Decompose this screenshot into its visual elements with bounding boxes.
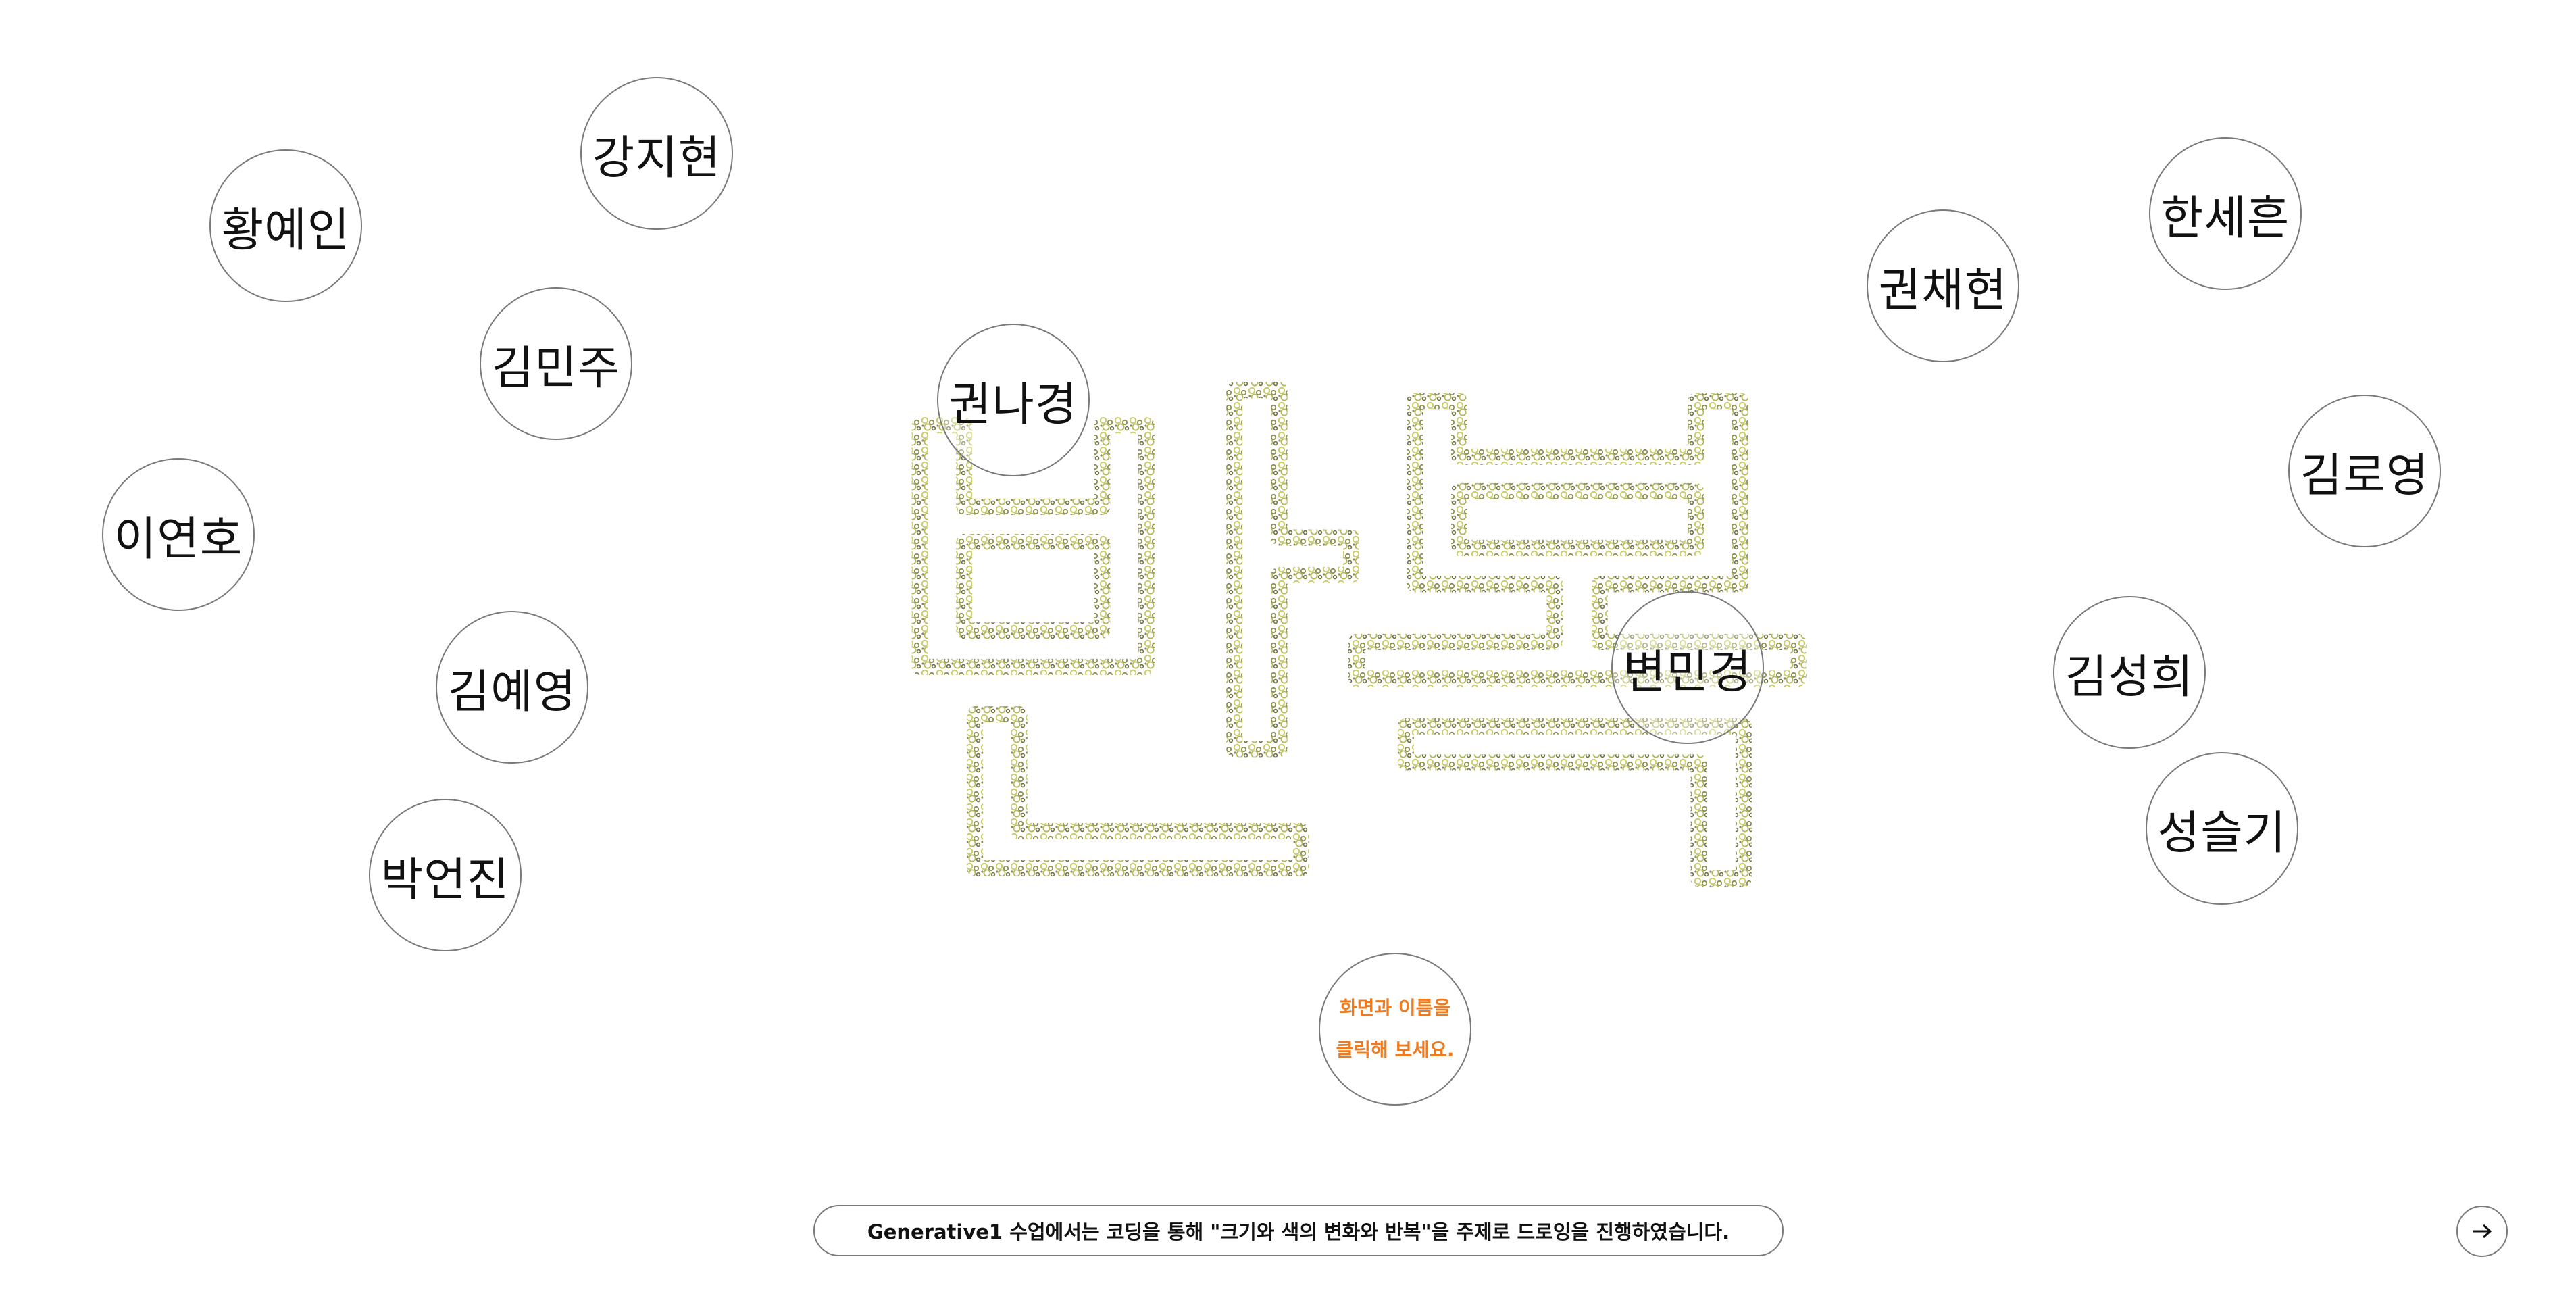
name-label: 김예영 — [447, 665, 577, 719]
name-bubble-kim-yeyoung[interactable]: 김예영 — [436, 611, 588, 764]
hint-line-2: 클릭해 보세요. — [1336, 1039, 1455, 1061]
name-bubble-hwang-yein[interactable]: 황예인 — [209, 149, 362, 302]
name-bubble-lee-yeonho[interactable]: 이연호 — [102, 458, 255, 611]
name-bubble-kim-royoung[interactable]: 김로영 — [2288, 395, 2441, 547]
name-bubble-kwon-chaehyun[interactable]: 권채현 — [1867, 209, 2019, 362]
name-label: 강지현 — [592, 131, 722, 185]
arrow-right-icon — [2473, 1224, 2492, 1239]
name-bubble-byun-minkyung[interactable]: 변민경 — [1611, 591, 1764, 744]
canvas-stage[interactable]: 반복 강지현 황예인 김민주 이연호 김예영 박언진 권나경 변민경 권채현 한… — [0, 0, 2576, 1290]
name-label: 권나경 — [949, 378, 1078, 432]
name-bubble-park-eonjin[interactable]: 박언진 — [369, 799, 522, 951]
name-bubble-kwon-nakyung[interactable]: 권나경 — [937, 324, 1090, 476]
name-bubble-seong-seulgi[interactable]: 성슬기 — [2146, 752, 2298, 905]
name-bubble-kim-seonghee[interactable]: 김성희 — [2053, 596, 2206, 749]
next-page-button[interactable] — [2456, 1206, 2508, 1257]
name-label: 김성희 — [2065, 650, 2194, 704]
hint-line-1: 화면과 이름을 — [1339, 997, 1451, 1019]
name-label: 권채현 — [1878, 264, 2008, 318]
name-bubble-han-seheun[interactable]: 한세흔 — [2149, 137, 2302, 290]
name-label: 황예인 — [221, 203, 351, 257]
name-label: 박언진 — [380, 853, 510, 907]
description-caption: Generative1 수업에서는 코딩을 통해 "크기와 색의 변화와 반복"… — [813, 1205, 1784, 1256]
name-label: 변민경 — [1623, 645, 1752, 699]
name-label: 이연호 — [113, 512, 243, 566]
name-label: 한세흔 — [2161, 191, 2290, 245]
name-bubble-kim-minju[interactable]: 김민주 — [480, 287, 632, 440]
click-hint-bubble: 화면과 이름을 클릭해 보세요. — [1319, 953, 1471, 1106]
name-label: 성슬기 — [2157, 806, 2287, 860]
name-bubble-kang-jihyun[interactable]: 강지현 — [580, 77, 733, 230]
caption-text: Generative1 수업에서는 코딩을 통해 "크기와 색의 변화와 반복"… — [867, 1220, 1730, 1243]
name-label: 김민주 — [491, 341, 621, 395]
name-label: 김로영 — [2300, 449, 2429, 503]
